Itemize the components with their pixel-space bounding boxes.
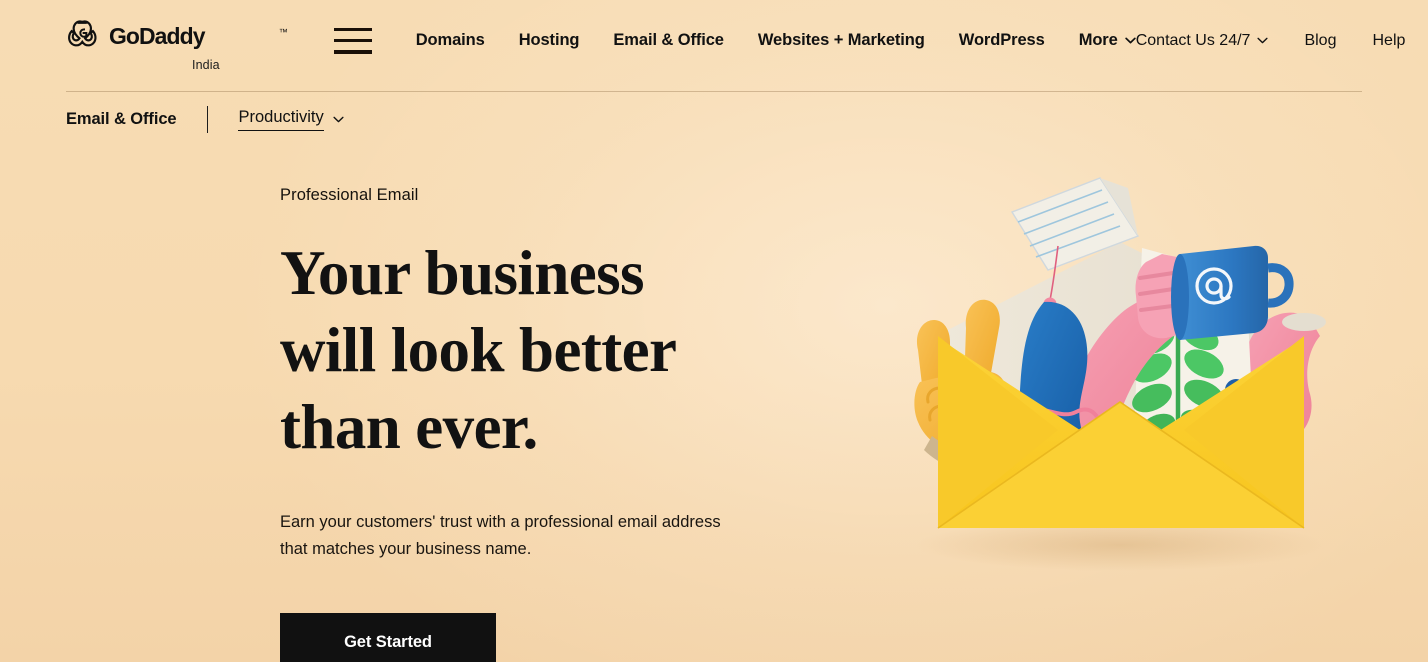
logo-row: GoDaddy ™ [66, 19, 288, 55]
nav-item-label: WordPress [958, 31, 1045, 49]
utility-item-help[interactable]: Help [1372, 32, 1405, 50]
nav-item-label: Domains [415, 31, 485, 49]
hero-subcopy: Earn your customers' trust with a profes… [280, 513, 721, 558]
hamburger-bar [333, 27, 372, 31]
utility-item-label: Blog [1304, 31, 1337, 49]
nav-item-websites-marketing[interactable]: Websites + Marketing [758, 31, 925, 50]
main-navigation: Domains Hosting Email & Office Websites … [416, 31, 1136, 50]
header-left-group: GoDaddy ™ India Domains Hosting Email & … [0, 19, 1136, 72]
site-header: GoDaddy ™ India Domains Hosting Email & … [0, 0, 1428, 91]
utility-item-label: Contact Us 24/7 [1135, 31, 1251, 49]
hamburger-icon[interactable] [333, 27, 372, 54]
hamburger-bar [333, 50, 372, 54]
godaddy-wordmark: GoDaddy [109, 24, 207, 49]
chevron-down-icon [1257, 37, 1269, 44]
nav-item-label: Websites + Marketing [757, 31, 925, 49]
trademark-symbol: ™ [278, 27, 288, 37]
page-root: GoDaddy ™ India Domains Hosting Email & … [0, 0, 1428, 662]
page-title: Your business will look better than ever… [280, 238, 676, 462]
nav-item-wordpress[interactable]: WordPress [959, 31, 1045, 50]
hero-eyebrow: Professional Email [280, 186, 419, 204]
subnav-title: Email & Office [66, 110, 177, 128]
nav-item-more[interactable]: More [1079, 31, 1136, 50]
utility-item-contact-us[interactable]: Contact Us 24/7 [1136, 32, 1269, 50]
nav-item-email-office[interactable]: Email & Office [613, 31, 724, 50]
logo-region-label: India [192, 58, 220, 72]
nav-item-label: More [1078, 31, 1118, 49]
hero-section: Professional Email Your business will lo… [280, 186, 800, 662]
nav-item-label: Email & Office [613, 31, 724, 49]
pink-tube-opening [1282, 313, 1326, 331]
godaddy-logo[interactable]: GoDaddy ™ India [66, 19, 288, 72]
nav-item-domains[interactable]: Domains [416, 31, 485, 50]
get-started-button[interactable]: Get Started [280, 613, 496, 662]
chevron-down-icon [333, 116, 344, 123]
hero-illustration [880, 150, 1360, 620]
utility-item-label: Help [1372, 31, 1406, 49]
hamburger-bar [333, 38, 372, 43]
nav-item-label: Hosting [518, 31, 580, 49]
utility-navigation: Contact Us 24/7 Blog Help [1136, 32, 1428, 50]
chevron-down-icon [1125, 37, 1136, 44]
subnav-separator [207, 106, 209, 133]
subnav-item-productivity[interactable]: Productivity [238, 108, 344, 131]
sub-navigation: Email & Office Productivity [0, 92, 1428, 147]
svg-text:GoDaddy: GoDaddy [109, 24, 206, 49]
utility-item-blog[interactable]: Blog [1304, 32, 1336, 50]
godaddy-heart-logo-icon [68, 20, 97, 47]
subnav-item-label: Productivity [238, 108, 324, 131]
nav-item-hosting[interactable]: Hosting [519, 31, 580, 50]
